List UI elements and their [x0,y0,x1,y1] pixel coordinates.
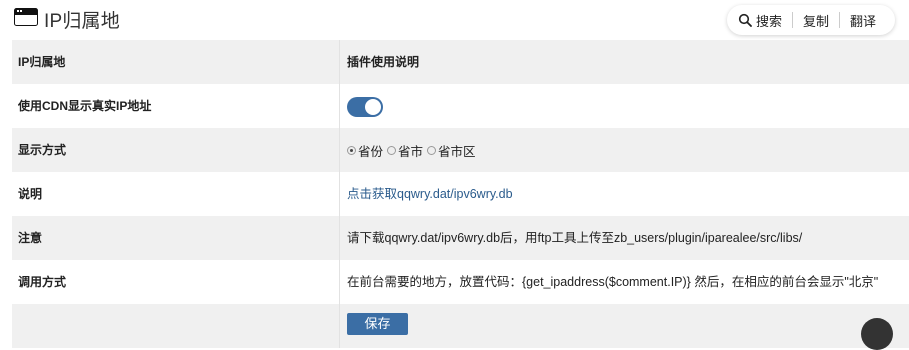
table-row-note: 说明 点击获取qqwry.dat/ipv6wry.db [12,172,909,216]
search-label: 搜索 [756,13,783,29]
attention-text: 请下载qqwry.dat/ipv6wry.db后，用ftp工具上传至zb_use… [347,231,803,245]
radio-province[interactable]: 省份 [347,141,383,160]
table-row-display: 显示方式 省份 省市 省市区 [12,128,909,172]
radio-button[interactable] [387,145,397,155]
cdn-toggle[interactable] [347,97,383,117]
column-divider [339,216,340,260]
page-title: IP归属地 [44,11,120,32]
attention-label: 注意 [18,231,43,245]
radio-button-checked[interactable] [347,145,356,155]
copy-button[interactable]: 复制 [793,11,839,29]
header-value: 插件使用说明 [347,55,420,69]
display-label: 显示方式 [18,143,67,157]
download-link[interactable]: 点击获取qqwry.dat/ipv6wry.db [347,187,513,201]
radio-label: 省份 [358,144,384,159]
cdn-label: 使用CDN显示真实IP地址 [18,99,152,113]
radio-label: 省市区 [438,144,476,159]
radio-label: 省市 [398,144,424,159]
toggle-knob [365,99,381,115]
window-icon [14,8,38,26]
display-radio-group: 省份 省市 省市区 [347,128,480,172]
table-row-usage: 调用方式 在前台需要的地方，放置代码：{get_ipaddress($comme… [12,260,909,304]
column-divider [339,84,340,128]
column-divider [339,172,340,216]
save-button[interactable]: 保存 [347,313,408,335]
column-divider [339,128,340,172]
usage-label: 调用方式 [18,275,67,289]
scroll-to-top-button[interactable] [861,318,893,350]
floating-toolbar: 搜索 复制 翻译 [727,5,895,35]
note-value: 点击获取qqwry.dat/ipv6wry.db [347,172,513,216]
search-button[interactable]: 搜索 [727,11,792,29]
radio-button[interactable] [427,145,437,155]
header-label: IP归属地 [18,55,66,69]
table-row-cdn: 使用CDN显示真实IP地址 [12,84,909,128]
translate-button[interactable]: 翻译 [840,11,886,29]
usage-text: 在前台需要的地方，放置代码：{get_ipaddress($comment.IP… [347,275,879,289]
display-options: 省份 省市 省市区 [347,128,480,172]
search-icon [738,13,752,27]
column-divider [339,40,340,84]
table-header-row: IP归属地 插件使用说明 [12,40,909,84]
radio-province-city-district[interactable]: 省市区 [427,141,476,160]
column-divider [339,260,340,304]
radio-province-city[interactable]: 省市 [387,141,423,160]
note-label: 说明 [18,187,43,201]
table-row-attention: 注意 请下载qqwry.dat/ipv6wry.db后，用ftp工具上传至zb_… [12,216,909,260]
table-row-actions [12,304,909,348]
column-divider [339,304,340,348]
